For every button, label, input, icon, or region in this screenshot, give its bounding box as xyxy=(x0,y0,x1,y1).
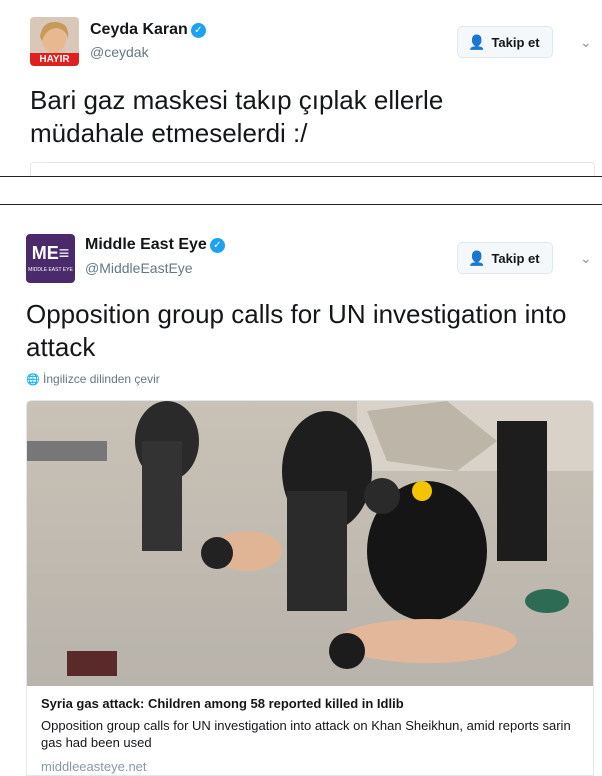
card-domain[interactable]: middleeasteye.net xyxy=(41,759,147,774)
globe-icon: 🌐 xyxy=(26,374,40,386)
link-card[interactable]: Syria gas attack: Children among 58 repo… xyxy=(26,400,594,776)
chevron-down-icon[interactable]: ⌄ xyxy=(580,34,592,51)
follow-button[interactable]: 👤 Takip et xyxy=(457,26,553,58)
avatar-badge-text: HAYIR xyxy=(39,54,70,65)
card-image xyxy=(27,401,593,686)
follow-button[interactable]: 👤 Takip et xyxy=(457,242,553,274)
author-name-text[interactable]: Ceyda Karan xyxy=(90,21,188,38)
tweet-ceyda-karan: HAYIR Ceyda Karan ✓ @ceydak 👤 Takip et ⌄ … xyxy=(0,0,602,176)
follow-user-icon: 👤 xyxy=(468,249,486,266)
card-preview-top[interactable] xyxy=(30,162,595,176)
card-title[interactable]: Syria gas attack: Children among 58 repo… xyxy=(41,696,404,711)
chevron-down-icon[interactable]: ⌄ xyxy=(580,250,592,267)
author-handle[interactable]: @MiddleEastEye xyxy=(85,260,193,276)
card-description: Opposition group calls for UN investigat… xyxy=(41,718,571,750)
author-name[interactable]: Middle East Eye ✓ xyxy=(85,236,225,254)
follow-user-icon: 👤 xyxy=(468,33,486,50)
follow-button-label: Takip et xyxy=(491,34,540,50)
avatar-logo-subtext: MIDDLE EAST EYE xyxy=(28,267,73,273)
author-name-text[interactable]: Middle East Eye xyxy=(85,236,207,253)
avatar-ceyda-karan[interactable]: HAYIR xyxy=(30,17,79,66)
verified-badge-icon: ✓ xyxy=(209,238,225,253)
avatar-logo-text: ME≡ xyxy=(31,243,70,263)
author-handle[interactable]: @ceydak xyxy=(90,44,149,60)
translate-link[interactable]: 🌐 İngilizce dilinden çevir xyxy=(26,372,160,386)
tweet-text: Bari gaz maskesi takıp çıplak ellerle mü… xyxy=(30,85,444,148)
follow-button-label: Takip et xyxy=(491,250,540,266)
tweet-text: Opposition group calls for UN investigat… xyxy=(26,299,567,362)
tweet-separator xyxy=(0,176,602,205)
author-name[interactable]: Ceyda Karan ✓ xyxy=(90,21,206,39)
verified-badge-icon: ✓ xyxy=(190,23,206,38)
translate-label[interactable]: İngilizce dilinden çevir xyxy=(43,372,160,386)
avatar-middle-east-eye[interactable]: ME≡ MIDDLE EAST EYE xyxy=(26,234,75,283)
